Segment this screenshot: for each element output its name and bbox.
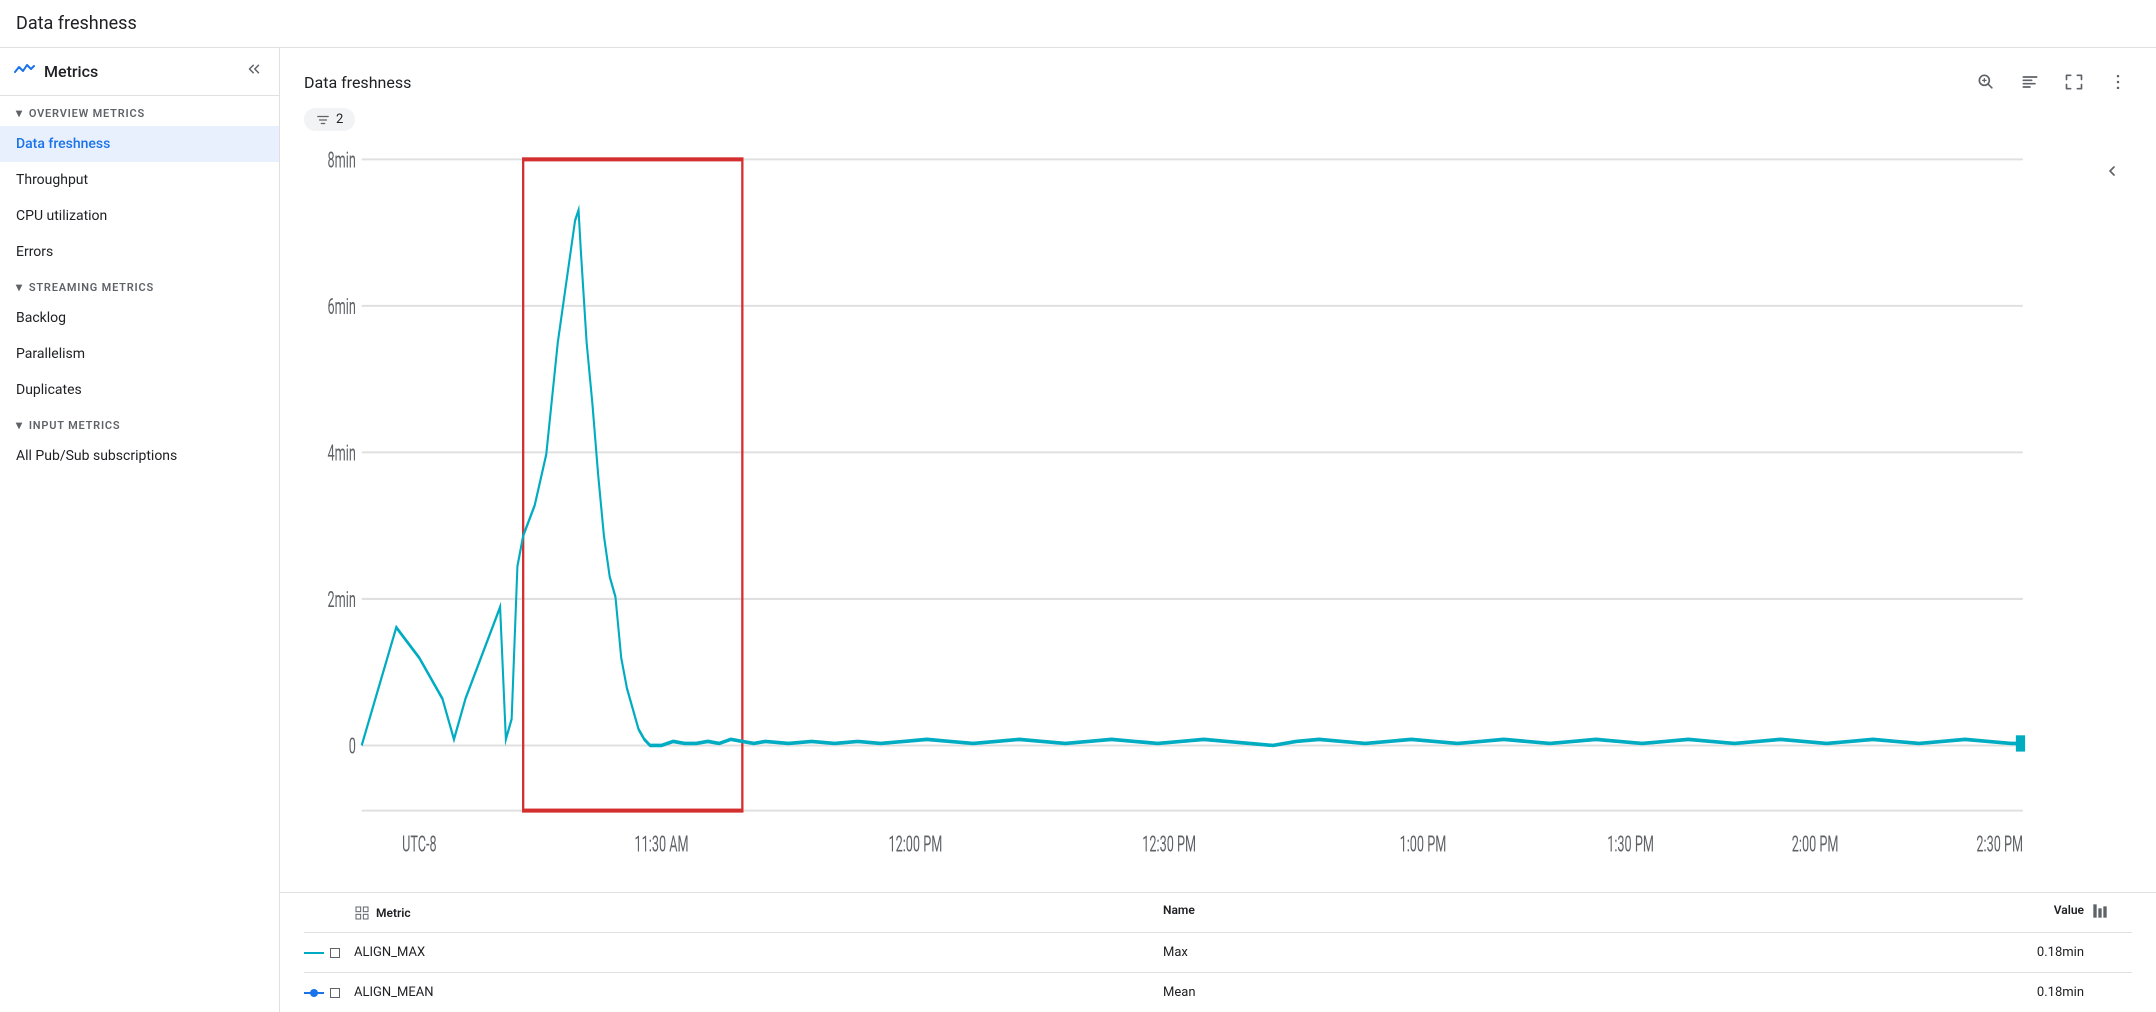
sidebar-item-throughput[interactable]: Throughput (0, 162, 279, 198)
chevron-down-icon-2: ▾ (16, 280, 23, 294)
chart-svg-area: 8min 6min 4min 2min 0 UTC-8 11:30 AM 12:… (304, 139, 2092, 892)
col-indicator (304, 903, 354, 922)
sidebar-section-overview: ▾ OVERVIEW METRICS (0, 96, 279, 126)
svg-text:2min: 2min (328, 587, 356, 613)
sidebar-item-errors[interactable]: Errors (0, 234, 279, 270)
line-indicator-2 (304, 992, 324, 994)
color-square (330, 948, 340, 958)
row2-indicator (304, 988, 354, 998)
sidebar: Metrics ▾ OVERVIEW METRICS Data freshnes… (0, 48, 280, 1012)
svg-text:2:00 PM: 2:00 PM (1792, 832, 1839, 858)
chart-panel: Data freshness (280, 48, 2156, 892)
table-area: Metric Name Value ALIGN_MA (280, 892, 2156, 1012)
chart-container: 8min 6min 4min 2min 0 UTC-8 11:30 AM 12:… (304, 139, 2132, 892)
svg-text:11:30 AM: 11:30 AM (635, 832, 689, 858)
content-area: Data freshness (280, 48, 2156, 1012)
mini-chart-icon (2092, 903, 2108, 919)
collapse-icon (245, 60, 263, 78)
top-header: Data freshness (0, 0, 2156, 48)
sidebar-item-parallelism[interactable]: Parallelism (0, 336, 279, 372)
row2-value: 0.18min (1972, 985, 2092, 1000)
sidebar-item-data-freshness[interactable]: Data freshness (0, 126, 279, 162)
legend-button[interactable] (2016, 68, 2044, 96)
chart-svg: 8min 6min 4min 2min 0 UTC-8 11:30 AM 12:… (304, 139, 2092, 892)
col-value-header: Value (1972, 903, 2092, 922)
sidebar-section-input: ▾ INPUT METRICS (0, 408, 279, 438)
col-metric-header: Metric (354, 903, 1163, 922)
metrics-icon (12, 60, 36, 84)
chart-right-panel (2092, 139, 2132, 892)
table-row: ALIGN_MEAN Mean 0.18min (304, 973, 2132, 1012)
chevron-down-icon-3: ▾ (16, 418, 23, 432)
chevron-down-icon: ▾ (16, 106, 23, 120)
zoom-button[interactable] (1972, 68, 2000, 96)
sidebar-collapse-button[interactable] (241, 56, 267, 87)
col-name-header: Name (1163, 903, 1972, 922)
svg-text:4min: 4min (328, 441, 356, 467)
chart-title: Data freshness (304, 73, 411, 92)
sidebar-section-streaming: ▾ STREAMING METRICS (0, 270, 279, 300)
table-row: ALIGN_MAX Max 0.18min (304, 933, 2132, 973)
chevron-left-icon (2104, 163, 2120, 179)
grid-icon (354, 905, 370, 921)
sidebar-header: Metrics (0, 48, 279, 96)
sidebar-item-cpu-utilization[interactable]: CPU utilization (0, 198, 279, 234)
fullscreen-icon (2064, 72, 2084, 92)
page-title: Data freshness (16, 13, 137, 34)
app-title: Metrics (12, 60, 98, 84)
dot-indicator (310, 989, 318, 997)
more-icon (2108, 72, 2128, 92)
more-options-button[interactable] (2104, 68, 2132, 96)
chart-top-row: Data freshness (304, 68, 2132, 96)
svg-text:0: 0 (349, 734, 356, 760)
row1-name: Max (1163, 945, 1972, 960)
col-chart-header (2092, 903, 2132, 922)
row2-metric-name: ALIGN_MEAN (354, 985, 1163, 1000)
legend-icon (2020, 72, 2040, 92)
svg-text:12:30 PM: 12:30 PM (1142, 832, 1196, 858)
row1-value: 0.18min (1972, 945, 2092, 960)
table-header: Metric Name Value (304, 893, 2132, 933)
svg-text:6min: 6min (328, 294, 356, 320)
sidebar-item-duplicates[interactable]: Duplicates (0, 372, 279, 408)
svg-text:UTC-8: UTC-8 (402, 832, 437, 858)
sidebar-item-backlog[interactable]: Backlog (0, 300, 279, 336)
chart-actions (1972, 68, 2132, 96)
sidebar-item-pubsub[interactable]: All Pub/Sub subscriptions (0, 438, 279, 474)
filter-badge[interactable]: 2 (304, 108, 355, 131)
row1-indicator (304, 948, 354, 958)
row2-name: Mean (1163, 985, 1972, 1000)
main-layout: Metrics ▾ OVERVIEW METRICS Data freshnes… (0, 48, 2156, 1012)
filter-count: 2 (336, 112, 343, 127)
svg-text:1:00 PM: 1:00 PM (1400, 832, 1447, 858)
svg-text:1:30 PM: 1:30 PM (1607, 832, 1654, 858)
color-square-2 (330, 988, 340, 998)
line-indicator (304, 952, 324, 954)
fullscreen-button[interactable] (2060, 68, 2088, 96)
svg-text:8min: 8min (328, 148, 356, 174)
svg-text:2:30 PM: 2:30 PM (1976, 832, 2023, 858)
row1-metric-name: ALIGN_MAX (354, 945, 1163, 960)
filter-icon (316, 113, 330, 127)
collapse-chart-button[interactable] (2100, 159, 2124, 183)
zoom-icon (1976, 72, 1996, 92)
svg-text:12:00 PM: 12:00 PM (888, 832, 942, 858)
